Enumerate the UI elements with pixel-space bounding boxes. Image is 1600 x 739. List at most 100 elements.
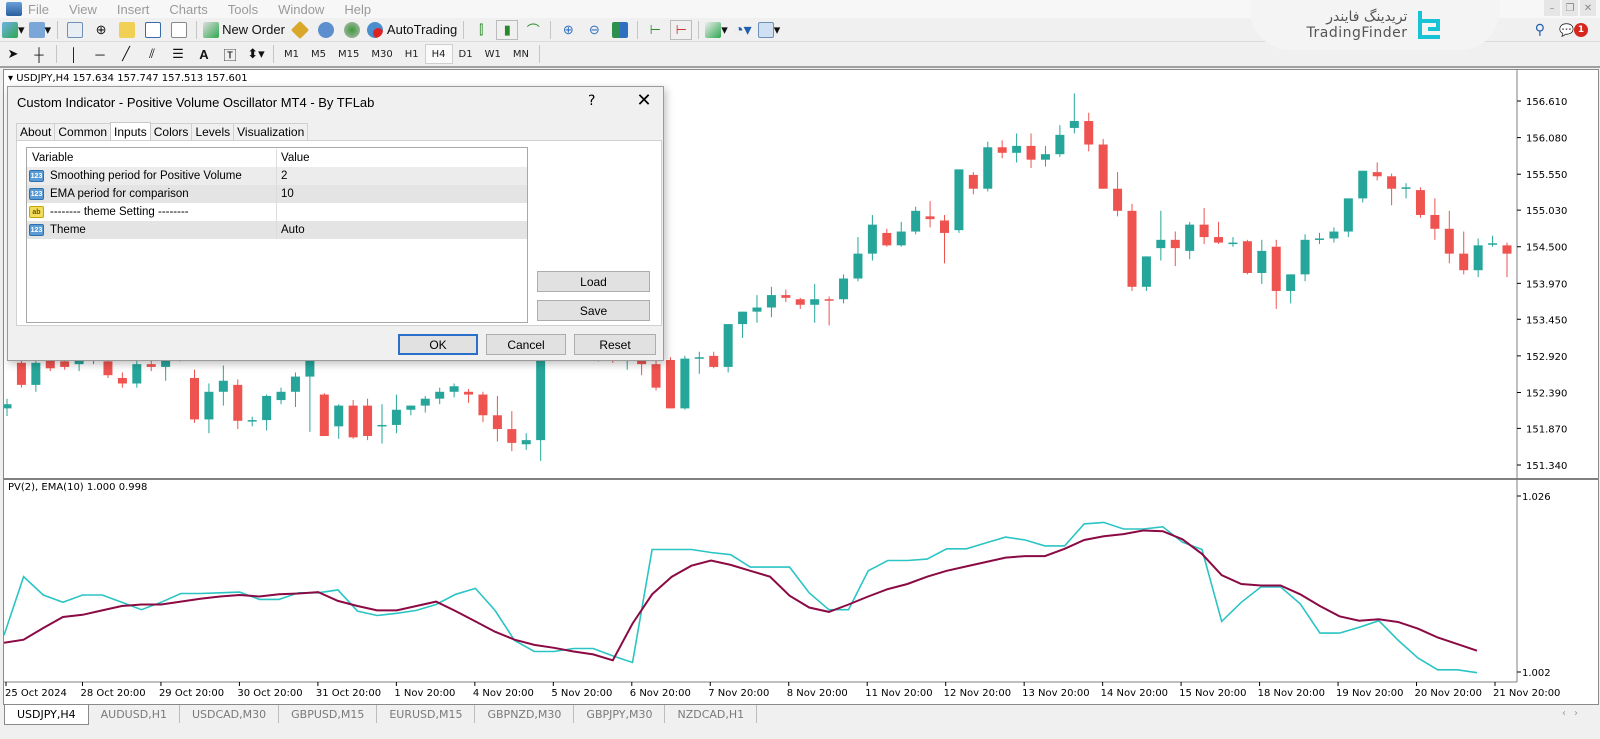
symbol-tab[interactable]: NZDCAD,H1 [665,705,758,723]
help-button[interactable]: ? [588,93,595,109]
timeframe-mn[interactable]: MN [507,44,535,64]
bearish-candle [146,364,156,367]
minimize-icon[interactable]: – [1544,0,1560,16]
navigator-icon[interactable] [116,20,138,40]
input-row[interactable]: ab -------- theme Setting -------- [27,203,527,221]
zoom-in-icon[interactable]: ⊕ [557,20,579,40]
cursor-icon[interactable]: ➤ [2,44,24,64]
input-value[interactable]: 10 [277,188,294,200]
timeframe-m15[interactable]: M15 [332,44,365,64]
crosshair-tool-icon[interactable]: ┼ [28,44,50,64]
symbol-tab[interactable]: GBPJPY,M30 [574,705,666,723]
signals-icon[interactable] [315,20,337,40]
bullish-candle [1257,250,1267,273]
zoom-out-icon[interactable]: ⊖ [583,20,605,40]
save-button[interactable]: Save [537,300,650,321]
metaeditor-icon[interactable] [289,20,311,40]
autotrading-button[interactable]: AutoTrading [366,20,457,40]
load-button[interactable]: Load [537,271,650,292]
new-chart-icon[interactable]: ▾ [2,20,25,40]
strategy-tester-icon[interactable] [168,20,190,40]
templates-icon[interactable]: ▾ [757,20,780,40]
profiles-icon[interactable]: ▾ [28,20,51,40]
input-value[interactable]: Auto [277,224,305,236]
bearish-candle [925,216,935,220]
grid-header: Variable Value [27,149,527,167]
bullish-candle [1401,187,1411,189]
bullish-candle [1141,256,1151,287]
bullish-candle [521,440,531,445]
menu-help[interactable]: Help [344,2,371,17]
trendline-icon[interactable]: ╱ [115,44,137,64]
symbol-tab[interactable]: EURUSD,M15 [377,705,476,723]
cancel-button[interactable]: Cancel [486,334,566,355]
menu-window[interactable]: Window [278,2,324,17]
symbol-tab[interactable]: GBPUSD,M15 [279,705,378,723]
symbol-tab[interactable]: USDJPY,H4 [4,705,89,725]
line-chart-icon[interactable]: ⌒ [522,20,544,40]
bullish-candle [766,295,776,308]
market-watch-icon[interactable] [64,20,86,40]
tile-windows-icon[interactable] [609,20,631,40]
arrows-icon[interactable]: ⬍▾ [245,44,267,64]
timeframe-w1[interactable]: W1 [479,44,507,64]
symbol-tab[interactable]: GBPNZD,M30 [475,705,575,723]
menu-tools[interactable]: Tools [228,2,258,17]
timeframe-d1[interactable]: D1 [453,44,479,64]
menu-view[interactable]: View [69,2,97,17]
tab-colors[interactable]: Colors [149,123,193,140]
timeframe-m5[interactable]: M5 [305,44,332,64]
notifications-icon[interactable]: 💬 1 [1559,23,1588,37]
tab-about[interactable]: About [16,123,56,140]
search-icon[interactable]: ⚲ [1535,22,1545,38]
menu-charts[interactable]: Charts [169,2,207,17]
brand-name-en: TradingFinder [1306,25,1408,41]
symbol-tab[interactable]: USDCAD,M30 [180,705,280,723]
menu-file[interactable]: File [28,2,49,17]
equidistant-channel-icon[interactable]: ⫽ [141,44,163,64]
vertical-line-icon[interactable]: │ [63,44,85,64]
text-label-icon[interactable]: 🅃 [219,44,241,64]
candlestick-icon[interactable]: ▮ [496,19,519,40]
new-order-button[interactable]: New Order [203,20,285,40]
price-tick-label: 155.030 [1526,206,1567,217]
autotrading-icon [366,21,383,38]
time-tick-label: 20 Nov 20:00 [1415,688,1482,699]
symbol-tab[interactable]: AUDUSD,H1 [89,705,180,723]
reset-button[interactable]: Reset [574,334,656,355]
timeframe-m30[interactable]: M30 [365,44,398,64]
time-tick-label: 6 Nov 20:00 [630,688,691,699]
input-value[interactable]: 2 [277,170,287,182]
text-icon[interactable]: A [193,44,215,64]
menu-insert[interactable]: Insert [117,2,150,17]
bearish-candle [1459,253,1469,271]
input-row[interactable]: 123 Theme Auto [27,221,527,239]
tab-scroll-arrows[interactable]: ‹› [1562,708,1586,719]
restore-icon[interactable]: ❐ [1562,0,1578,16]
tab-inputs[interactable]: Inputs [110,122,151,141]
tab-common[interactable]: Common [54,123,112,140]
timeframe-m1[interactable]: M1 [278,44,305,64]
fibonacci-icon[interactable]: ☰ [167,44,189,64]
input-row[interactable]: 123 Smoothing period for Positive Volume … [27,167,527,185]
timeframe-h4[interactable]: H4 [424,44,453,64]
crosshair-icon[interactable]: ⊕ [90,20,112,40]
periods-icon[interactable]: ◔▾ [732,20,754,40]
indicators-icon[interactable]: ▾ [705,20,728,40]
time-tick-label: 14 Nov 20:00 [1101,688,1168,699]
tab-levels[interactable]: Levels [191,123,235,140]
terminal-icon[interactable] [142,20,164,40]
bar-chart-icon[interactable]: ⫿ [470,20,492,40]
input-row[interactable]: 123 EMA period for comparison 10 [27,185,527,203]
market-icon[interactable] [341,20,363,40]
close-window-icon[interactable]: ✕ [1580,0,1596,16]
autoscroll-icon[interactable]: ⊢ [670,19,693,40]
ok-button[interactable]: OK [398,334,478,355]
tab-visualization[interactable]: Visualization [233,123,309,140]
timeframe-h1[interactable]: H1 [399,44,425,64]
bullish-candle [839,278,849,300]
chart-shift-icon[interactable]: ⊢ [644,20,666,40]
bullish-candle [4,404,12,409]
close-icon[interactable]: ✕ [632,90,656,111]
horizontal-line-icon[interactable]: ─ [89,44,111,64]
